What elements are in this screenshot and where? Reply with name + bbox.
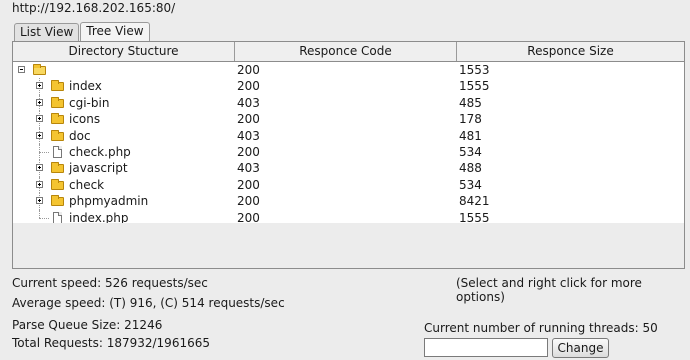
column-header-size[interactable]: Responce Size <box>457 42 684 61</box>
change-button[interactable]: Change <box>552 338 609 358</box>
directory-cell <box>13 62 235 78</box>
response-size-cell: 1553 <box>459 63 490 77</box>
table-row[interactable]: check 200 534 <box>13 176 684 194</box>
directory-cell: javascript <box>13 160 235 177</box>
file-icon <box>53 211 62 224</box>
folder-icon <box>51 80 64 92</box>
directory-cell: doc <box>13 127 235 144</box>
table-row[interactable]: phpmyadmin 200 8421 <box>13 193 684 210</box>
expand-icon[interactable] <box>36 82 43 90</box>
tab-tree-view[interactable]: Tree View <box>80 22 150 41</box>
file-icon <box>53 145 62 158</box>
item-name: check.php <box>69 144 131 159</box>
folder-icon <box>51 96 64 108</box>
folder-icon <box>51 113 64 125</box>
response-code-cell: 403 <box>237 95 260 110</box>
table-row[interactable]: index 200 1555 <box>13 78 684 95</box>
expand-icon[interactable] <box>36 98 43 106</box>
threads-input[interactable] <box>424 338 548 357</box>
directory-cell: phpmyadmin <box>13 193 235 210</box>
column-header-code[interactable]: Responce Code <box>235 42 457 61</box>
folder-icon <box>51 195 64 207</box>
table-row[interactable]: 200 1553 <box>13 62 684 78</box>
column-header-directory[interactable]: Directory Stucture <box>13 42 235 61</box>
response-code-cell: 403 <box>237 128 260 143</box>
item-name: doc <box>69 128 91 143</box>
options-hint: (Select and right click for more options… <box>456 276 642 304</box>
table-row[interactable]: icons 200 178 <box>13 111 684 128</box>
response-size-cell: 534 <box>459 177 482 192</box>
table-row[interactable]: cgi-bin 403 485 <box>13 94 684 112</box>
tree-line <box>39 209 40 218</box>
expand-icon[interactable] <box>36 115 43 123</box>
folder-icon <box>51 178 64 190</box>
response-size-cell: 481 <box>459 128 482 143</box>
results-tree-table: Directory Stucture Responce Code Responc… <box>12 41 685 269</box>
item-name: cgi-bin <box>69 95 110 110</box>
running-threads-label: Current number of running threads: 50 <box>424 321 658 335</box>
expand-icon[interactable] <box>36 180 43 188</box>
open-folder-icon <box>33 64 46 75</box>
table-header: Directory Stucture Responce Code Responc… <box>13 42 684 62</box>
parse-queue-size: Parse Queue Size: 21246 <box>12 318 163 332</box>
table-empty-area <box>13 223 684 268</box>
expand-icon[interactable] <box>36 164 43 172</box>
response-code-cell: 200 <box>237 112 260 127</box>
item-name: javascript <box>69 161 128 176</box>
average-speed: Average speed: (T) 916, (C) 514 requests… <box>12 296 285 310</box>
item-name: phpmyadmin <box>69 194 149 209</box>
response-code-cell: 200 <box>237 63 260 77</box>
table-row[interactable]: javascript 403 488 <box>13 160 684 177</box>
item-name: icons <box>69 112 101 127</box>
response-size-cell: 8421 <box>459 194 490 209</box>
tree-line <box>39 151 49 153</box>
response-code-cell: 200 <box>237 177 260 192</box>
response-size-cell: 485 <box>459 95 482 110</box>
view-tabs: List View Tree View <box>14 22 151 42</box>
response-size-cell: 178 <box>459 112 482 127</box>
directory-cell: icons <box>13 111 235 128</box>
collapse-icon[interactable] <box>18 66 25 73</box>
item-name: index <box>69 79 102 94</box>
response-code-cell: 200 <box>237 79 260 94</box>
directory-cell: cgi-bin <box>13 94 235 112</box>
response-code-cell: 200 <box>237 194 260 209</box>
total-requests: Total Requests: 187932/1961665 <box>12 336 210 350</box>
response-code-cell: 200 <box>237 144 260 159</box>
target-url: http://192.168.202.165:80/ <box>12 1 176 15</box>
folder-icon <box>51 129 64 141</box>
expand-icon[interactable] <box>36 131 43 139</box>
response-code-cell: 403 <box>237 161 260 176</box>
directory-cell: check.php <box>13 143 235 161</box>
folder-icon <box>51 162 64 174</box>
response-size-cell: 488 <box>459 161 482 176</box>
table-row[interactable]: check.php 200 534 <box>13 143 684 161</box>
table-row[interactable]: doc 403 481 <box>13 127 684 144</box>
table-body: 200 1553 index 200 1555 cgi-bin 403 485 icons 200… <box>13 62 684 225</box>
item-name: check <box>69 177 105 192</box>
tab-list-view[interactable]: List View <box>14 23 80 41</box>
response-size-cell: 534 <box>459 144 482 159</box>
expand-icon[interactable] <box>36 197 43 205</box>
current-speed: Current speed: 526 requests/sec <box>12 276 208 290</box>
response-size-cell: 1555 <box>459 79 490 94</box>
directory-cell: index <box>13 78 235 95</box>
tree-line <box>39 217 49 219</box>
directory-cell: check <box>13 176 235 194</box>
